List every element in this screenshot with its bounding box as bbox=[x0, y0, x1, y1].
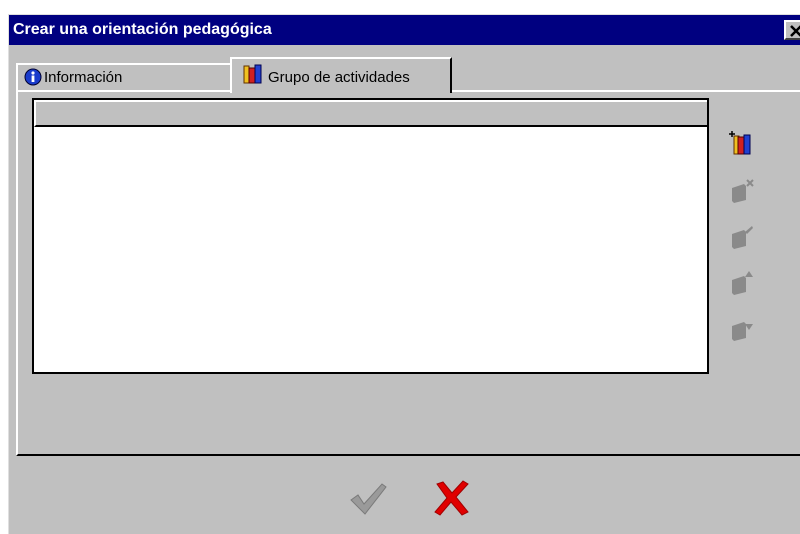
move-down-activity-group-button[interactable] bbox=[726, 314, 756, 344]
cancel-button[interactable] bbox=[432, 478, 472, 521]
checkmark-icon bbox=[350, 483, 387, 515]
books-add-icon bbox=[729, 131, 751, 155]
close-button[interactable] bbox=[784, 20, 800, 40]
red-x-icon bbox=[434, 480, 469, 516]
books-icon bbox=[243, 64, 262, 84]
delete-activity-group-button[interactable] bbox=[726, 176, 756, 206]
list-column-header[interactable] bbox=[34, 100, 707, 127]
tab-label: Grupo de actividades bbox=[268, 69, 410, 86]
add-activity-group-button[interactable] bbox=[726, 128, 756, 158]
activity-group-list[interactable] bbox=[32, 98, 709, 374]
close-x-icon bbox=[790, 25, 800, 37]
tab-label: Información bbox=[44, 69, 123, 86]
books-move-down-icon bbox=[732, 322, 753, 341]
window-title: Crear una orientación pedagógica bbox=[13, 21, 272, 38]
books-delete-icon bbox=[732, 179, 754, 203]
tab-informacion[interactable]: Información bbox=[16, 63, 234, 91]
title-bar[interactable]: Crear una orientación pedagógica bbox=[9, 15, 800, 45]
books-edit-icon bbox=[732, 226, 753, 249]
tab-grupo-de-actividades[interactable]: Grupo de actividades bbox=[230, 57, 452, 93]
edit-activity-group-button[interactable] bbox=[726, 222, 756, 252]
info-circle-icon bbox=[24, 68, 42, 86]
move-up-activity-group-button[interactable] bbox=[726, 268, 756, 298]
books-move-up-icon bbox=[732, 271, 753, 295]
list-body[interactable] bbox=[34, 127, 707, 372]
ok-button[interactable] bbox=[348, 478, 388, 521]
